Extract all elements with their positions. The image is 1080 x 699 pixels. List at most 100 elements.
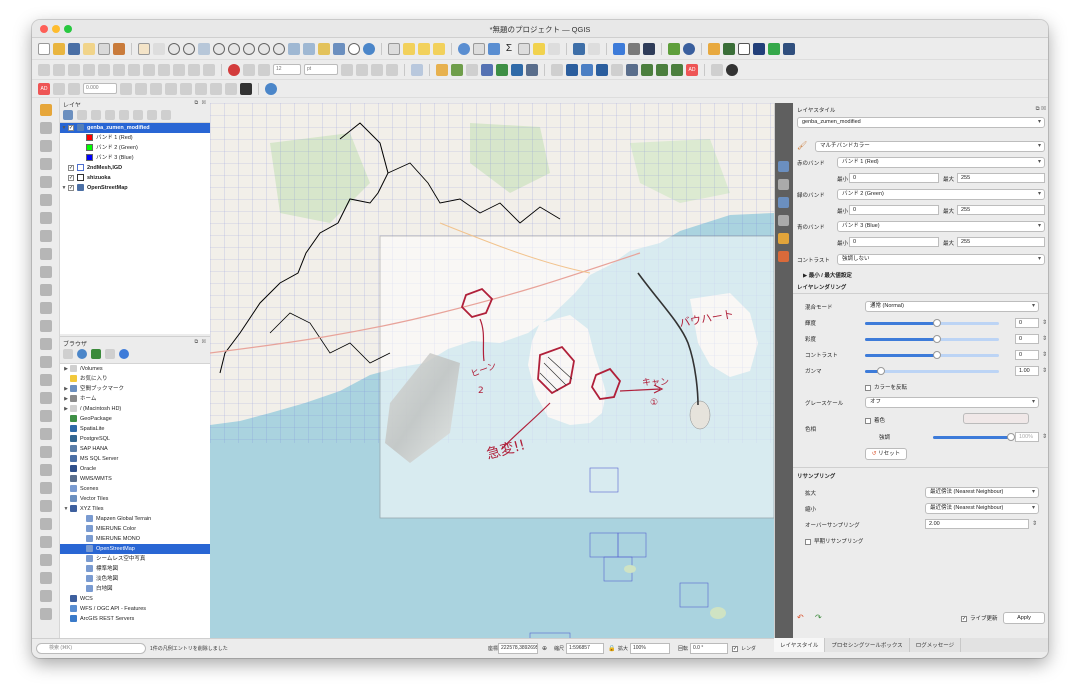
digitize-point-icon[interactable] (40, 104, 52, 116)
snap-vertex-icon[interactable] (258, 63, 270, 76)
bookmark-plugin-icon[interactable] (783, 42, 795, 55)
browser-item[interactable]: WFS / OGC API - Features (60, 604, 210, 614)
refresh-browser-icon[interactable] (77, 349, 87, 359)
rotate-symbol-icon[interactable] (40, 464, 52, 476)
apply-button[interactable]: Apply (1003, 612, 1045, 624)
symbology-tab-icon[interactable] (778, 161, 789, 172)
strength-slider[interactable] (933, 433, 1015, 441)
new-geopackage-icon[interactable] (566, 63, 578, 76)
show-bookmarks-icon[interactable] (333, 42, 345, 55)
histogram-tab-icon[interactable] (778, 197, 789, 208)
expand-arrow-icon[interactable]: ▼ (62, 504, 70, 514)
add-vector-icon[interactable] (436, 63, 448, 76)
add-wcs-icon[interactable] (656, 63, 668, 76)
measure-line-icon[interactable] (518, 42, 530, 55)
colorize-checkbox[interactable]: 着色 (865, 416, 885, 424)
coordinate-input[interactable]: 222578,3892695 (498, 643, 538, 654)
digitize-line-icon[interactable] (40, 122, 52, 134)
tab-log-messages[interactable]: ログメッセージ (910, 638, 962, 652)
split-icon[interactable] (371, 63, 383, 76)
pan-map-icon[interactable] (138, 42, 150, 55)
merge-attr-icon[interactable] (40, 446, 52, 458)
statistics-icon[interactable]: Σ (503, 42, 515, 55)
add-xyz-icon[interactable] (671, 63, 683, 76)
info-icon[interactable] (119, 349, 129, 359)
pan-to-selection-icon[interactable] (153, 42, 165, 55)
open-layer-styling-icon[interactable] (63, 110, 73, 120)
browser-item[interactable]: お気に入り (60, 374, 210, 384)
undo-style-icon[interactable]: ↶ (797, 613, 804, 622)
zoom-out-icon[interactable] (183, 42, 195, 55)
layer-item[interactable]: ✓ shizuoka (60, 173, 210, 183)
stack-icon[interactable] (643, 42, 655, 55)
snap-layer-icon[interactable] (243, 63, 255, 76)
add-raster-icon[interactable] (451, 63, 463, 76)
gamma-slider[interactable] (865, 367, 999, 375)
field-calculator-icon[interactable] (488, 42, 500, 55)
zoom-selection-icon[interactable] (213, 42, 225, 55)
merge-icon[interactable] (40, 428, 52, 440)
tolerance-input[interactable]: 12 (273, 64, 301, 75)
new-spatialite-layer-icon[interactable] (596, 63, 608, 76)
layer-visibility-checkbox[interactable]: ✓ (68, 184, 74, 191)
paste-icon[interactable] (173, 63, 185, 76)
browser-item[interactable]: OpenStreetMap (60, 544, 210, 554)
attribute-table-icon[interactable] (473, 42, 485, 55)
label-pin-icon[interactable] (120, 82, 132, 95)
browser-item[interactable]: ▶ ホーム (60, 394, 210, 404)
add-ring-icon[interactable] (40, 266, 52, 278)
saturation-spinbox[interactable]: 0 (1015, 334, 1047, 344)
label-rotate-icon[interactable] (150, 82, 162, 95)
browser-item[interactable]: WCS (60, 594, 210, 604)
browser-item[interactable]: 標準地図 (60, 564, 210, 574)
label-text-icon[interactable] (180, 82, 192, 95)
new-project-icon[interactable] (38, 42, 50, 55)
expand-arrow-icon[interactable]: ▶ (62, 394, 70, 404)
simplify-icon[interactable] (40, 248, 52, 260)
db-manager-icon[interactable] (613, 42, 625, 55)
oversampling-spinbox[interactable]: 2.00 (925, 519, 1037, 529)
save-edits-icon[interactable] (68, 63, 80, 76)
label-change-icon[interactable] (165, 82, 177, 95)
reshape-icon[interactable] (40, 356, 52, 368)
add-virtual-icon[interactable] (511, 63, 523, 76)
transparency-tab-icon[interactable] (778, 179, 789, 190)
browser-item[interactable]: GeoPackage (60, 414, 210, 424)
vertex-tool-icon[interactable] (98, 63, 110, 76)
undo-icon[interactable] (188, 63, 200, 76)
layer-visibility-checkbox[interactable]: ✓ (68, 164, 74, 171)
reset-button[interactable]: ↺ リセット (865, 448, 907, 460)
toggle-editing-icon[interactable] (53, 63, 65, 76)
label-diagram-icon[interactable] (195, 82, 207, 95)
brightness-spinbox[interactable]: 0 (1015, 318, 1047, 328)
browser-item[interactable]: MS SQL Server (60, 454, 210, 464)
add-wfs-icon[interactable] (641, 63, 653, 76)
label-highlight-icon[interactable] (210, 82, 222, 95)
panel-float-close-icon[interactable]: ⧉ ☒ (195, 339, 207, 345)
advanced-digitize-icon[interactable] (40, 536, 52, 548)
modify-attributes-icon[interactable] (113, 63, 125, 76)
blend-mode-select[interactable]: 通常 (Normal) (865, 301, 1039, 312)
gamma-spinbox[interactable]: 1.00 (1015, 366, 1047, 376)
tab-layer-styling[interactable]: レイヤスタイル (774, 638, 826, 652)
add-part-icon[interactable] (40, 284, 52, 296)
manage-visibility-icon[interactable] (91, 110, 101, 120)
magnifier-input[interactable]: 100% (630, 643, 670, 654)
redo-icon[interactable] (203, 63, 215, 76)
browser-item[interactable]: SpatiaLite (60, 424, 210, 434)
select-features-icon[interactable] (403, 42, 415, 55)
digitize-circle-icon[interactable] (40, 158, 52, 170)
annotation-icon[interactable] (40, 554, 52, 566)
float-close-icon[interactable]: ⧉ ☒ (1036, 106, 1046, 113)
bookmark-icon[interactable] (318, 42, 330, 55)
temporal-controller-icon[interactable] (348, 42, 360, 55)
label-move-icon[interactable] (68, 82, 80, 95)
extents-icon[interactable]: ⊕ (542, 645, 547, 652)
new-layer-icon[interactable] (551, 63, 563, 76)
snapping-icon[interactable] (228, 63, 240, 76)
browser-item[interactable]: Mapzen Global Terrain (60, 514, 210, 524)
digitize-reg-icon[interactable] (40, 194, 52, 206)
new-mesh-layer-icon[interactable] (626, 63, 638, 76)
identify-select-icon[interactable] (388, 42, 400, 55)
zoom-last-icon[interactable] (258, 42, 270, 55)
